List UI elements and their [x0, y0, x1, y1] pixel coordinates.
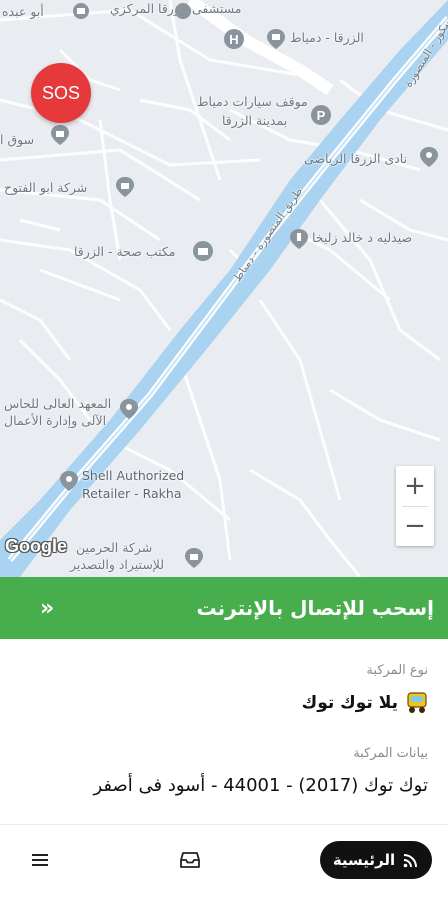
map-pin-icon[interactable] [70, 2, 92, 24]
map-pin-icon[interactable] [118, 398, 140, 420]
home-tab-button[interactable]: الرئيسية [320, 841, 432, 879]
map-label: المعهد العالى للحاس [4, 396, 112, 411]
svg-text:H: H [229, 32, 238, 47]
sos-button[interactable]: SOS [31, 63, 91, 123]
map-label: الآلى وإدارة الأعمال [4, 413, 107, 428]
shop-pin-icon[interactable] [114, 176, 136, 198]
vehicle-data-label: بيانات المركبة [353, 746, 428, 761]
shop-pin-icon[interactable] [183, 547, 205, 569]
vehicle-details: نوع المركبة يلا توك توك بيانات المركبة ت… [0, 639, 448, 824]
map-label: الزرقا - دمياط [290, 30, 364, 45]
svg-text:P: P [317, 108, 326, 123]
government-pin-icon[interactable] [192, 240, 214, 262]
vehicle-type-value-row: يلا توك توك [302, 691, 428, 715]
map-label: Retailer - Rakha [82, 486, 182, 501]
map-label: نادى الزرقا الرياضى [304, 151, 408, 166]
home-tab-label: الرئيسية [332, 851, 396, 869]
vehicle-type-value: يلا توك توك [301, 693, 398, 713]
google-logo: Google [5, 536, 67, 556]
map-label: صيدليه د خالد زليخا [312, 230, 413, 245]
map-pin-icon[interactable] [288, 228, 310, 250]
zoom-divider [402, 506, 428, 507]
zoom-out-button[interactable]: − [396, 506, 434, 546]
menu-icon[interactable] [29, 849, 51, 871]
signal-icon [403, 854, 418, 868]
hospital-pin-icon[interactable]: H [223, 28, 245, 50]
bottom-navigation: الرئيسية [0, 824, 448, 900]
map-pin-icon[interactable] [418, 146, 440, 168]
map-label: مكتب صحة - الزرقا [74, 244, 176, 259]
map-view[interactable]: أبو عبده مستشفى الزرقا المركزي الزرقا - … [0, 0, 448, 577]
map-label: بمدينة الزرقا [222, 113, 288, 128]
map-pin-icon[interactable] [58, 470, 80, 492]
map-label: للإستيراد والتصدير [70, 557, 165, 572]
map-label: شركة ابو الفتوح [4, 180, 88, 195]
map-label: أبو عبده [2, 4, 44, 19]
tuk-tuk-icon [407, 692, 427, 713]
inbox-icon[interactable] [179, 849, 201, 871]
parking-pin-icon[interactable]: P [310, 104, 332, 126]
shop-pin-icon[interactable] [49, 124, 71, 146]
swipe-to-connect-bar[interactable]: » إسحب للإتصال بالإنترنت [0, 577, 448, 639]
map-label: شركة الحرمين [76, 540, 153, 555]
map-label: سوق ا [0, 132, 35, 147]
map-label: موقف سيارات دمياط [197, 94, 308, 109]
vehicle-data-value: توك توك (2017) - 44001 - أسود فى أصفر [93, 775, 428, 796]
swipe-label: إسحب للإتصال بالإنترنت [196, 596, 434, 620]
app-screen: أبو عبده مستشفى الزرقا المركزي الزرقا - … [0, 0, 448, 900]
map-label: Shell Authorized [82, 468, 185, 483]
zoom-controls: + − [396, 466, 434, 546]
map-pin-icon[interactable] [172, 2, 194, 24]
vehicle-type-label: نوع المركبة [366, 663, 428, 678]
zoom-in-button[interactable]: + [396, 466, 434, 506]
map-pin-icon[interactable] [265, 28, 287, 50]
double-chevron-icon[interactable]: » [40, 596, 54, 621]
